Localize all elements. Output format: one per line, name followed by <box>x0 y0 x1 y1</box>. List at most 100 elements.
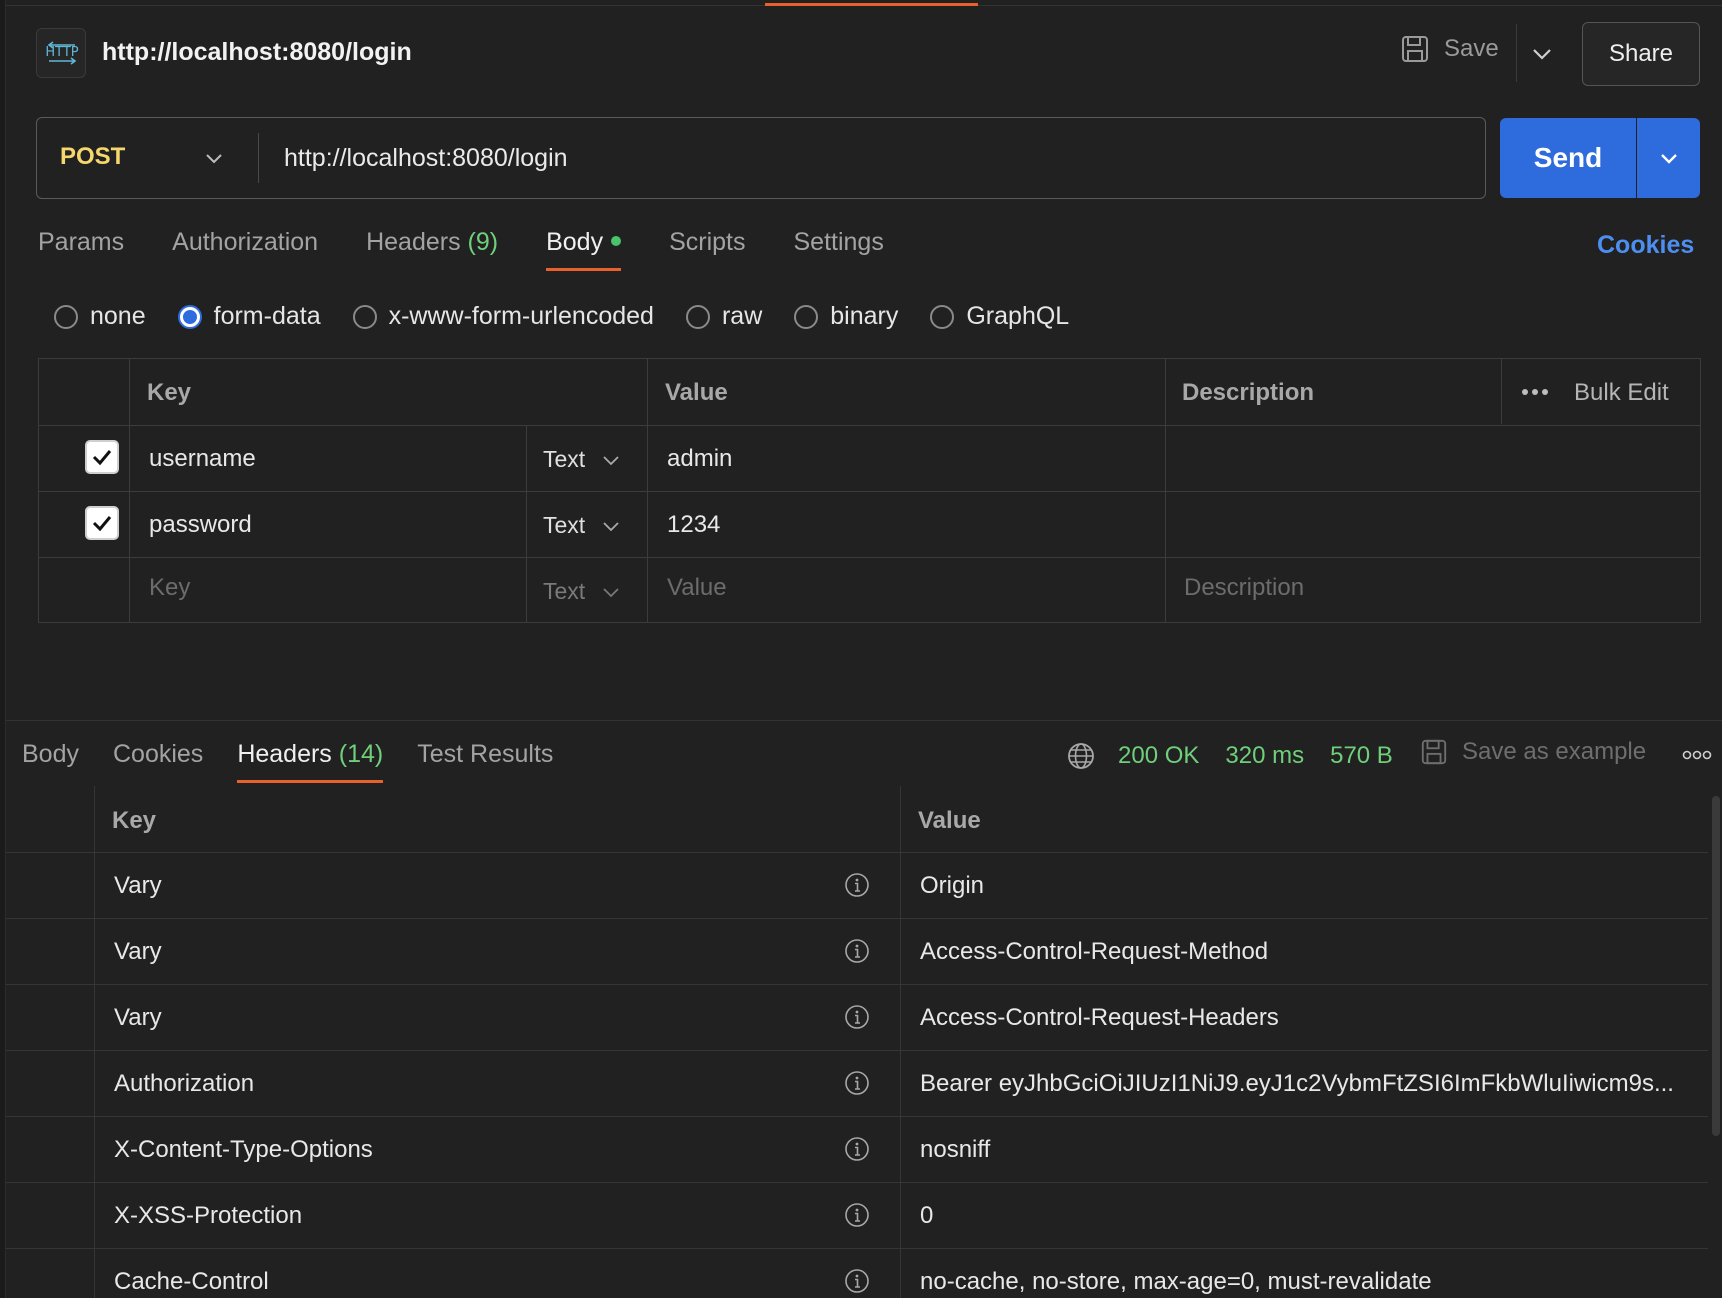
row-checkbox[interactable] <box>85 506 119 540</box>
row-divider <box>6 852 1708 853</box>
column-header-key: Key <box>147 379 192 406</box>
new-key-input[interactable]: Key <box>149 574 190 602</box>
info-icon[interactable] <box>844 1136 870 1162</box>
radio-button[interactable] <box>930 304 955 329</box>
info-icon[interactable] <box>844 1004 870 1030</box>
save-as-example-button[interactable]: Save as example <box>1420 738 1646 766</box>
chevron-down-icon <box>603 521 619 531</box>
body-type-options: none form-data x-www-form-urlencoded raw… <box>54 302 1101 331</box>
share-button[interactable]: Share <box>1582 22 1700 86</box>
svg-text:HTTP: HTTP <box>45 45 78 60</box>
param-value[interactable]: admin <box>667 445 732 473</box>
new-value-input[interactable]: Value <box>667 574 727 602</box>
body-modified-dot <box>611 236 622 247</box>
radio-graphql[interactable]: GraphQL <box>930 302 1069 331</box>
response-tab-body[interactable]: Body <box>22 740 79 783</box>
radio-button[interactable] <box>352 304 377 329</box>
header-key: X-Content-Type-Options <box>114 1136 373 1163</box>
column-divider <box>1501 359 1502 424</box>
info-icon[interactable] <box>844 1070 870 1096</box>
request-tabs: Params Authorization Headers (9) Body Sc… <box>38 228 932 271</box>
tab-headers[interactable]: Headers (9) <box>366 228 498 271</box>
checkmark-icon <box>92 516 112 532</box>
response-meta: 200 OK 320 ms 570 B <box>1066 741 1419 771</box>
header-value: Access-Control-Request-Method <box>920 938 1269 965</box>
divider <box>1516 24 1517 82</box>
response-tab-headers[interactable]: Headers (14) <box>237 740 383 783</box>
info-icon[interactable] <box>844 938 870 964</box>
info-icon[interactable] <box>844 1202 870 1228</box>
response-divider[interactable] <box>6 720 1722 721</box>
active-tab-indicator <box>765 3 978 6</box>
param-key[interactable]: username <box>149 445 256 473</box>
http-request-icon: HTTP <box>36 28 86 78</box>
header-value: nosniff <box>920 1136 991 1163</box>
radio-button[interactable] <box>685 304 710 329</box>
header-value: Access-Control-Request-Headers <box>920 1004 1279 1031</box>
save-button[interactable]: Save <box>1400 34 1499 64</box>
column-header-value: Value <box>918 807 981 834</box>
radio-button[interactable] <box>177 304 202 329</box>
radio-x-www-form-urlencoded[interactable]: x-www-form-urlencoded <box>352 302 654 331</box>
header-value: Bearer eyJhbGciOiJIUzI1NiJ9.eyJ1c2VybmFt… <box>920 1070 1674 1097</box>
radio-none[interactable]: none <box>54 302 146 331</box>
column-divider <box>900 786 901 1298</box>
response-size[interactable]: 570 B <box>1330 742 1393 770</box>
status-code[interactable]: 200 OK <box>1118 742 1199 770</box>
save-label: Save <box>1444 35 1499 62</box>
new-description-input[interactable]: Description <box>1184 574 1304 602</box>
bulk-edit-button[interactable]: Bulk Edit <box>1574 379 1669 407</box>
divider <box>258 133 259 183</box>
column-divider <box>1165 359 1166 622</box>
param-value[interactable]: 1234 <box>667 511 720 539</box>
column-divider <box>526 425 527 622</box>
radio-form-data[interactable]: form-data <box>177 302 321 331</box>
param-type-select[interactable]: Text <box>543 512 621 539</box>
scrollbar[interactable] <box>1712 796 1720 1136</box>
header-key: Cache-Control <box>114 1268 269 1295</box>
column-divider <box>94 786 95 1298</box>
row-divider <box>6 984 1708 985</box>
radio-raw[interactable]: raw <box>685 302 762 331</box>
radio-binary[interactable]: binary <box>794 302 898 331</box>
tab-authorization[interactable]: Authorization <box>172 228 318 271</box>
tab-settings[interactable]: Settings <box>793 228 883 271</box>
row-divider <box>39 557 1700 558</box>
header-key: Vary <box>114 938 162 965</box>
info-icon[interactable] <box>844 1268 870 1294</box>
method-chevron-down-icon[interactable] <box>202 146 226 170</box>
url-input[interactable] <box>270 130 1470 186</box>
tab-body[interactable]: Body <box>546 228 622 271</box>
chevron-down-icon <box>603 587 619 597</box>
param-type-select[interactable]: Text <box>543 446 621 473</box>
row-divider <box>6 1116 1708 1117</box>
response-tab-cookies[interactable]: Cookies <box>113 740 203 783</box>
send-options-chevron-down-icon[interactable] <box>1637 118 1700 198</box>
row-divider <box>6 1050 1708 1051</box>
new-type-select[interactable]: Text <box>543 578 621 605</box>
tab-params[interactable]: Params <box>38 228 124 271</box>
radio-button[interactable] <box>54 304 78 329</box>
tab-scripts[interactable]: Scripts <box>669 228 745 271</box>
response-time[interactable]: 320 ms <box>1225 742 1304 770</box>
response-tab-test-results[interactable]: Test Results <box>417 740 553 783</box>
param-key[interactable]: password <box>149 511 252 539</box>
globe-icon[interactable] <box>1066 741 1096 771</box>
header-key: Vary <box>114 872 162 899</box>
info-icon[interactable] <box>844 872 870 898</box>
cookies-link[interactable]: Cookies <box>1597 231 1694 260</box>
row-divider <box>6 1182 1708 1183</box>
more-options-icon[interactable] <box>1521 385 1549 403</box>
send-button[interactable]: Send <box>1500 118 1636 198</box>
row-checkbox[interactable] <box>85 440 119 474</box>
column-header-description: Description <box>1182 379 1315 406</box>
form-data-table: Key Value Description Bulk Edit username… <box>38 358 1701 623</box>
method-select[interactable]: POST <box>60 143 125 171</box>
request-title[interactable]: http://localhost:8080/login <box>102 38 412 67</box>
radio-button[interactable] <box>794 304 819 329</box>
column-divider <box>129 359 130 622</box>
response-more-icon[interactable] <box>1682 748 1712 766</box>
save-options-chevron-down-icon[interactable] <box>1528 40 1556 68</box>
chevron-down-icon <box>603 455 619 465</box>
header-value: Origin <box>920 872 985 899</box>
